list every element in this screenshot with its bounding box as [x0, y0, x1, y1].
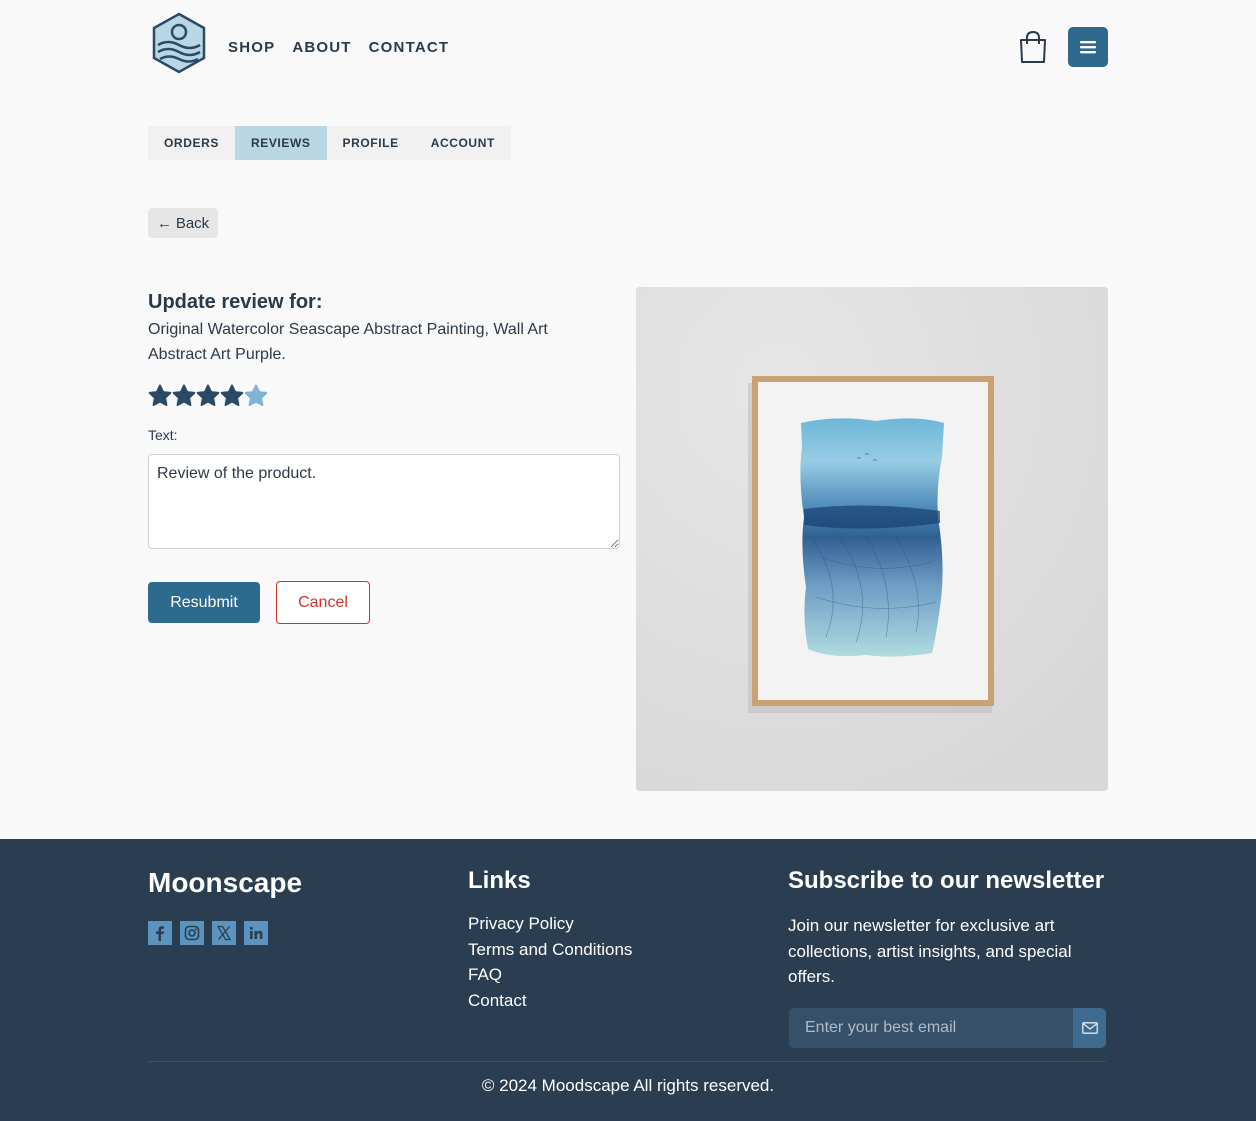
email-field[interactable]	[789, 1008, 1073, 1048]
shopping-bag-icon[interactable]	[1018, 30, 1048, 64]
tab-profile[interactable]: PROFILE	[327, 126, 415, 160]
social-links	[148, 921, 268, 945]
arrow-left-icon: ←	[156, 214, 172, 232]
cancel-button[interactable]: Cancel	[276, 581, 370, 624]
tab-reviews[interactable]: REVIEWS	[234, 126, 327, 160]
x-icon[interactable]	[212, 921, 236, 945]
review-textarea[interactable]	[148, 454, 620, 549]
linkedin-icon[interactable]	[244, 921, 268, 945]
star-rating	[148, 384, 268, 408]
faq-link[interactable]: FAQ	[468, 964, 632, 987]
facebook-icon[interactable]	[148, 921, 172, 945]
newsletter-text: Join our newsletter for exclusive art co…	[788, 916, 1072, 986]
star-icon[interactable]	[244, 384, 268, 408]
back-button[interactable]: ← Back	[148, 208, 218, 238]
copyright: © 2024 Moodscape All rights reserved.	[481, 1076, 775, 1095]
tab-account[interactable]: ACCOUNT	[415, 126, 511, 160]
site-footer: Moonscape Links Privacy Policy Terms and…	[0, 839, 1256, 1121]
hamburger-icon	[1080, 41, 1096, 54]
footer-links: Privacy Policy Terms and Conditions FAQ …	[468, 913, 632, 1012]
nav-contact[interactable]: CONTACT	[369, 39, 450, 56]
contact-link[interactable]: Contact	[468, 990, 632, 1013]
product-name: Original Watercolor Seascape Abstract Pa…	[148, 321, 548, 363]
tab-orders[interactable]: ORDERS	[148, 126, 235, 160]
star-icon[interactable]	[220, 384, 244, 408]
footer-divider	[148, 1061, 1106, 1062]
site-header: SHOP ABOUT CONTACT	[148, 12, 1108, 76]
star-icon[interactable]	[148, 384, 172, 408]
nav-about[interactable]: ABOUT	[292, 39, 351, 56]
privacy-policy-link[interactable]: Privacy Policy	[468, 913, 632, 936]
footer-brand: Moonscape	[148, 867, 303, 898]
subscribe-button[interactable]	[1073, 1008, 1106, 1048]
main-nav: SHOP ABOUT CONTACT	[228, 39, 449, 56]
framed-painting-image	[636, 287, 1108, 791]
resubmit-button[interactable]: Resubmit	[148, 582, 260, 623]
menu-button[interactable]	[1068, 27, 1108, 67]
instagram-icon[interactable]	[180, 921, 204, 945]
star-icon[interactable]	[196, 384, 220, 408]
text-label: Text:	[148, 427, 178, 443]
links-title: Links	[468, 867, 531, 894]
account-tabs: ORDERS REVIEWS PROFILE ACCOUNT	[148, 126, 511, 160]
product-image	[636, 287, 1108, 791]
newsletter-form	[789, 1008, 1106, 1048]
logo-icon[interactable]	[148, 12, 210, 74]
back-label: Back	[175, 214, 210, 232]
envelope-icon	[1081, 1022, 1098, 1034]
form-title: Update review for:	[148, 291, 323, 313]
newsletter-title: Subscribe to our newsletter	[788, 867, 1105, 894]
terms-link[interactable]: Terms and Conditions	[468, 939, 632, 962]
star-icon[interactable]	[172, 384, 196, 408]
nav-shop[interactable]: SHOP	[228, 39, 275, 56]
